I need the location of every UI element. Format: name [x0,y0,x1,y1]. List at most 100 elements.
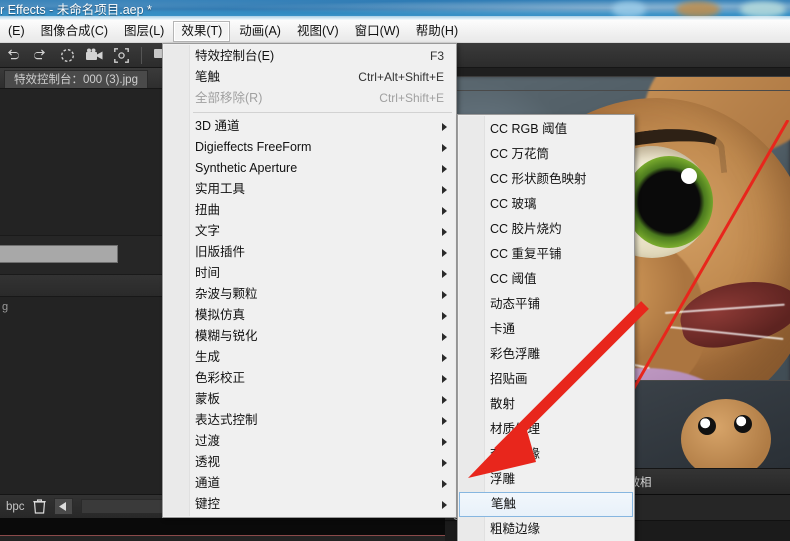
menu-item-label: 时间 [195,266,221,280]
menu-item-brush-strokes[interactable]: 笔触 Ctrl+Alt+Shift+E [163,67,456,88]
camera-icon[interactable] [84,45,104,65]
menu-item-label: 过渡 [195,434,221,448]
submenu-item-cc-repetile[interactable]: CC 重复平铺 [458,242,634,267]
submenu-arrow-icon [442,249,447,257]
menu-item-channel[interactable]: 通道 [163,473,456,494]
menu-separator [193,112,452,113]
menu-item-digieffects-freeform[interactable]: Digieffects FreeForm [163,137,456,158]
bpc-label: bpc [6,500,25,513]
menu-item-blur-sharpen[interactable]: 模糊与锐化 [163,326,456,347]
submenu-item-brush-strokes[interactable]: 笔触 [459,492,633,517]
effect-dropdown-menu: 特效控制台(E) F3 笔触 Ctrl+Alt+Shift+E 全部移除(R) … [162,43,457,518]
submenu-item-cc-threshold[interactable]: CC 阈值 [458,267,634,292]
menubar: (E) 图像合成(C) 图层(L) 效果(T) 动画(A) 视图(V) 窗口(W… [0,20,790,43]
toolbar-divider [141,46,142,64]
submenu-item-color-emboss[interactable]: 彩色浮雕 [458,342,634,367]
submenu-arrow-icon [442,144,447,152]
menu-item-label: 杂波与颗粒 [195,287,258,301]
submenu-item-cartoon[interactable]: 卡通 [458,317,634,342]
submenu-arrow-icon [442,375,447,383]
submenu-arrow-icon [442,186,447,194]
undo-icon[interactable] [3,45,23,65]
menu-item-obsolete[interactable]: 旧版插件 [163,242,456,263]
layer-name-label: g [2,301,9,313]
menu-item-label: 文字 [195,224,221,238]
menu-item-effect-controls[interactable]: 特效控制台(E) F3 [163,46,456,67]
submenu-arrow-icon [442,312,447,320]
menu-item-accelerator: F3 [429,49,444,63]
menu-view[interactable]: 视图(V) [290,22,346,41]
menu-item-label: 笔触 [195,70,221,84]
submenu-item-scatter[interactable]: 散射 [458,392,634,417]
submenu-arrow-icon [442,333,447,341]
menu-item-label: Synthetic Aperture [195,161,298,175]
menu-item-label: 色彩校正 [195,371,246,385]
thumbnail-eye-left [698,417,716,435]
submenu-arrow-icon [442,207,447,215]
menu-layer[interactable]: 图层(L) [117,22,171,41]
effect-slider[interactable] [0,245,118,263]
menu-item-matte[interactable]: 蒙板 [163,389,456,410]
submenu-arrow-icon [442,417,447,425]
menu-item-utilities[interactable]: 实用工具 [163,179,456,200]
effect-controls-tab[interactable]: 特效控制台：000 (3).jpg [4,70,148,88]
menu-item-keying[interactable]: 键控 [163,494,456,515]
menu-composition[interactable]: 图像合成(C) [34,22,115,41]
menu-item-distort[interactable]: 扭曲 [163,200,456,221]
submenu-item-emboss[interactable]: 浮雕 [458,467,634,492]
menu-item-expression-controls[interactable]: 表达式控制 [163,410,456,431]
stylize-submenu: CC RGB 阈值 CC 万花筒 CC 形状颜色映射 CC 玻璃 CC 胶片烧灼… [457,114,635,541]
rotate-icon[interactable] [57,45,77,65]
preview-guide-line [445,90,790,91]
menu-item-synthetic-aperture[interactable]: Synthetic Aperture [163,158,456,179]
submenu-arrow-icon [442,123,447,131]
menu-item-label: 特效控制台(E) [195,49,275,63]
menu-item-label: 通道 [195,476,221,490]
menu-item-3d-channel[interactable]: 3D 通道 [163,116,456,137]
submenu-item-texturize[interactable]: 材质纹理 [458,417,634,442]
menu-item-label: 全部移除(R) [195,91,263,105]
menu-item-simulation[interactable]: 模拟仿真 [163,305,456,326]
menu-item-perspective[interactable]: 透视 [163,452,456,473]
panel-gap [0,518,445,535]
submenu-item-cc-burn-film[interactable]: CC 胶片烧灼 [458,217,634,242]
submenu-item-roughen-edges[interactable]: 粗糙边缘 [458,517,634,541]
submenu-item-cc-shape-color-map[interactable]: CC 形状颜色映射 [458,167,634,192]
menu-animation[interactable]: 动画(A) [232,22,288,41]
redo-icon[interactable] [30,45,50,65]
menu-item-label: 旧版插件 [195,245,246,259]
menu-item-label: 模拟仿真 [195,308,246,322]
submenu-item-cc-glass[interactable]: CC 玻璃 [458,192,634,217]
submenu-arrow-icon [442,228,447,236]
menu-help[interactable]: 帮助(H) [409,22,465,41]
menu-item-text[interactable]: 文字 [163,221,456,242]
menu-item-noise-grain[interactable]: 杂波与颗粒 [163,284,456,305]
submenu-item-posterize[interactable]: 招贴画 [458,367,634,392]
menu-item-label: 表达式控制 [195,413,258,427]
menu-item-color-correction[interactable]: 色彩校正 [163,368,456,389]
menu-item-transition[interactable]: 过渡 [163,431,456,452]
menu-item-label: 键控 [195,497,221,511]
submenu-item-motion-tile[interactable]: 动态平铺 [458,292,634,317]
back-arrow-icon[interactable] [53,498,73,515]
menu-item-label: 透视 [195,455,221,469]
menu-effect[interactable]: 效果(T) [173,20,231,42]
submenu-item-cc-rgb-threshold[interactable]: CC RGB 阈值 [458,117,634,142]
menu-edit[interactable]: (E) [1,22,32,41]
trash-icon[interactable] [32,499,46,514]
submenu-arrow-icon [442,459,447,467]
menu-item-generate[interactable]: 生成 [163,347,456,368]
menu-item-label: 生成 [195,350,221,364]
menu-item-label: 3D 通道 [195,119,240,133]
submenu-item-find-edges[interactable]: 查找边缘 [458,442,634,467]
menu-window[interactable]: 窗口(W) [348,22,407,41]
preview-guide-line [445,76,790,77]
submenu-arrow-icon [442,291,447,299]
submenu-arrow-icon [442,501,447,509]
submenu-arrow-icon [442,438,447,446]
menu-item-label: 模糊与锐化 [195,329,258,343]
region-of-interest-icon[interactable] [111,45,131,65]
submenu-item-cc-kaleida[interactable]: CC 万花筒 [458,142,634,167]
menu-item-label: 扭曲 [195,203,221,217]
menu-item-time[interactable]: 时间 [163,263,456,284]
